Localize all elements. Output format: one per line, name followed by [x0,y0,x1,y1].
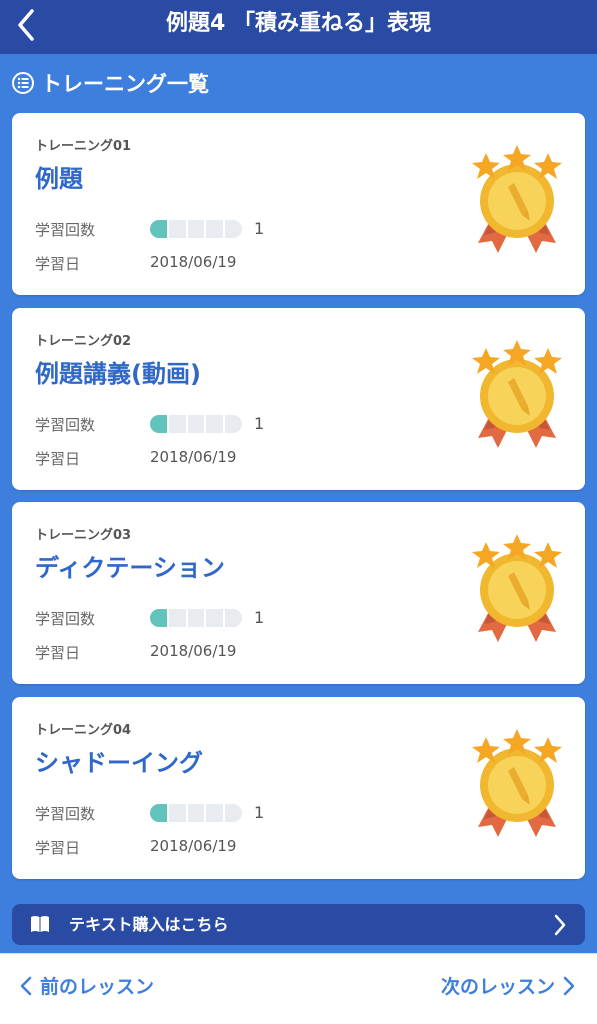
gold-medal-icon [472,534,562,642]
training-card-04[interactable]: トレーニング04 シャドーイング 学習回数 1 学習日 2018/06/19 [12,697,585,879]
gold-medal-icon [472,340,562,448]
training-title: 例題 [35,165,83,193]
lesson-navigation: 前のレッスン 次のレッスン [0,953,597,1024]
training-title: 例題講義(動画) [35,360,201,388]
chevron-left-icon [18,9,34,41]
training-card-03[interactable]: トレーニング03 ディクテーション 学習回数 1 学習日 2018/06/19 [12,502,585,684]
count-value: 1 [254,414,265,433]
app-header: 例題4 「積み重ねる」表現 [0,0,597,54]
count-value: 1 [254,803,265,822]
chevron-right-icon [563,976,575,995]
date-label: 学習日 [35,644,81,662]
chevron-left-icon [20,976,32,995]
count-label: 学習回数 [35,416,96,434]
chevron-right-icon [554,914,566,936]
training-card-02[interactable]: トレーニング02 例題講義(動画) 学習回数 1 学習日 2018/06/19 [12,308,585,490]
gold-medal-icon [472,145,562,253]
date-value: 2018/06/19 [150,253,237,271]
count-value: 1 [254,219,265,238]
count-label: 学習回数 [35,610,96,628]
next-lesson-label: 次のレッスン [440,976,555,998]
training-number: トレーニング03 [35,528,132,543]
training-number: トレーニング01 [35,139,132,154]
count-value: 1 [254,608,265,627]
progress-bar [150,220,242,238]
buy-text-label: テキスト購入はこちら [69,915,229,934]
date-label: 学習日 [35,450,81,468]
date-label: 学習日 [35,839,81,857]
page-title: 例題4 「積み重ねる」表現 [166,11,431,36]
previous-lesson-label: 前のレッスン [40,976,155,998]
gold-medal-icon [472,729,562,837]
date-value: 2018/06/19 [150,448,237,466]
next-lesson-button[interactable]: 次のレッスン [441,972,575,999]
progress-bar [150,609,242,627]
section-title: トレーニング一覧 [41,72,209,96]
back-button[interactable] [10,7,46,43]
book-icon [31,916,49,932]
progress-bar [150,415,242,433]
training-title: シャドーイング [35,749,203,777]
date-value: 2018/06/19 [150,642,237,660]
section-heading: トレーニング一覧 [11,66,209,100]
training-title: ディクテーション [35,554,225,582]
count-label: 学習回数 [35,221,96,239]
date-label: 学習日 [35,255,81,273]
buy-text-banner[interactable]: テキスト購入はこちら [12,904,585,945]
training-number: トレーニング04 [35,723,132,738]
list-icon [12,72,34,94]
progress-bar [150,804,242,822]
previous-lesson-button[interactable]: 前のレッスン [20,972,154,999]
count-label: 学習回数 [35,805,96,823]
date-value: 2018/06/19 [150,837,237,855]
training-number: トレーニング02 [35,334,132,349]
training-card-01[interactable]: トレーニング01 例題 学習回数 1 学習日 2018/06/19 [12,113,585,295]
